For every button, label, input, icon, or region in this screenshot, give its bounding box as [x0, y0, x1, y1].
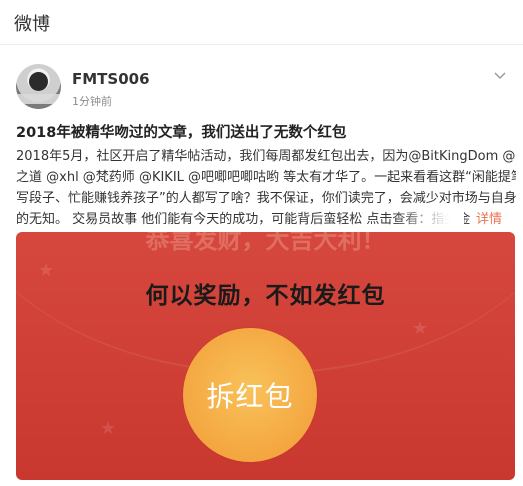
open-button-label: 拆红包 — [206, 380, 294, 413]
avatar[interactable] — [16, 64, 61, 109]
post-body-line: 之道 @xhl @梵药师 @KIKIL @吧唧吧唧咕哟 等太有才华了。一起来看看… — [16, 170, 516, 185]
post-body-last-line: 的无知。 交易员故事 他们能有今天的成功，可能背后蛮轻松 点击查看：指尖金 详情 — [16, 209, 516, 230]
weibo-post-page: 微博 FMTS006 1分钟前 2018年被精华吻过的文章，我们送出了无数个红包… — [0, 0, 523, 486]
post-body-line: 写段子、忙能赚钱养孩子”的人都写了啥？我不保证，你们读完了，会减少对市场与自身 — [16, 191, 516, 206]
text-fade — [394, 209, 464, 230]
app-top-bar: 微博 — [0, 0, 523, 45]
detail-link[interactable]: 详情 — [473, 209, 502, 230]
star-decoration-icon: ★ — [100, 418, 117, 439]
open-red-envelope-button[interactable]: 拆红包 — [183, 328, 317, 462]
red-envelope-image[interactable]: 恭喜发财，大吉大利！ ★ ★ ★ 何以奖励，不如发红包 拆红包 — [16, 232, 515, 480]
username[interactable]: FMTS006 — [72, 70, 150, 88]
chevron-down-icon — [494, 72, 506, 80]
post-body-line: 2018年5月，社区开启了精华帖活动，我们每周都发红包出去，因为@BitKing… — [16, 149, 516, 164]
avatar-banner — [16, 94, 61, 104]
more-options-button[interactable] — [490, 68, 510, 84]
star-decoration-icon: ★ — [412, 318, 429, 339]
envelope-top-text: 恭喜发财，大吉大利！ — [145, 232, 386, 254]
app-title: 微博 — [14, 14, 50, 35]
envelope-headline: 何以奖励，不如发红包 — [145, 282, 386, 309]
post-title: 2018年被精华吻过的文章，我们送出了无数个红包 — [16, 125, 347, 141]
post-body: 2018年5月，社区开启了精华帖活动，我们每周都发红包出去，因为@BitKing… — [16, 146, 516, 230]
avatar-face — [29, 72, 48, 91]
post-time: 1分钟前 — [72, 95, 112, 108]
